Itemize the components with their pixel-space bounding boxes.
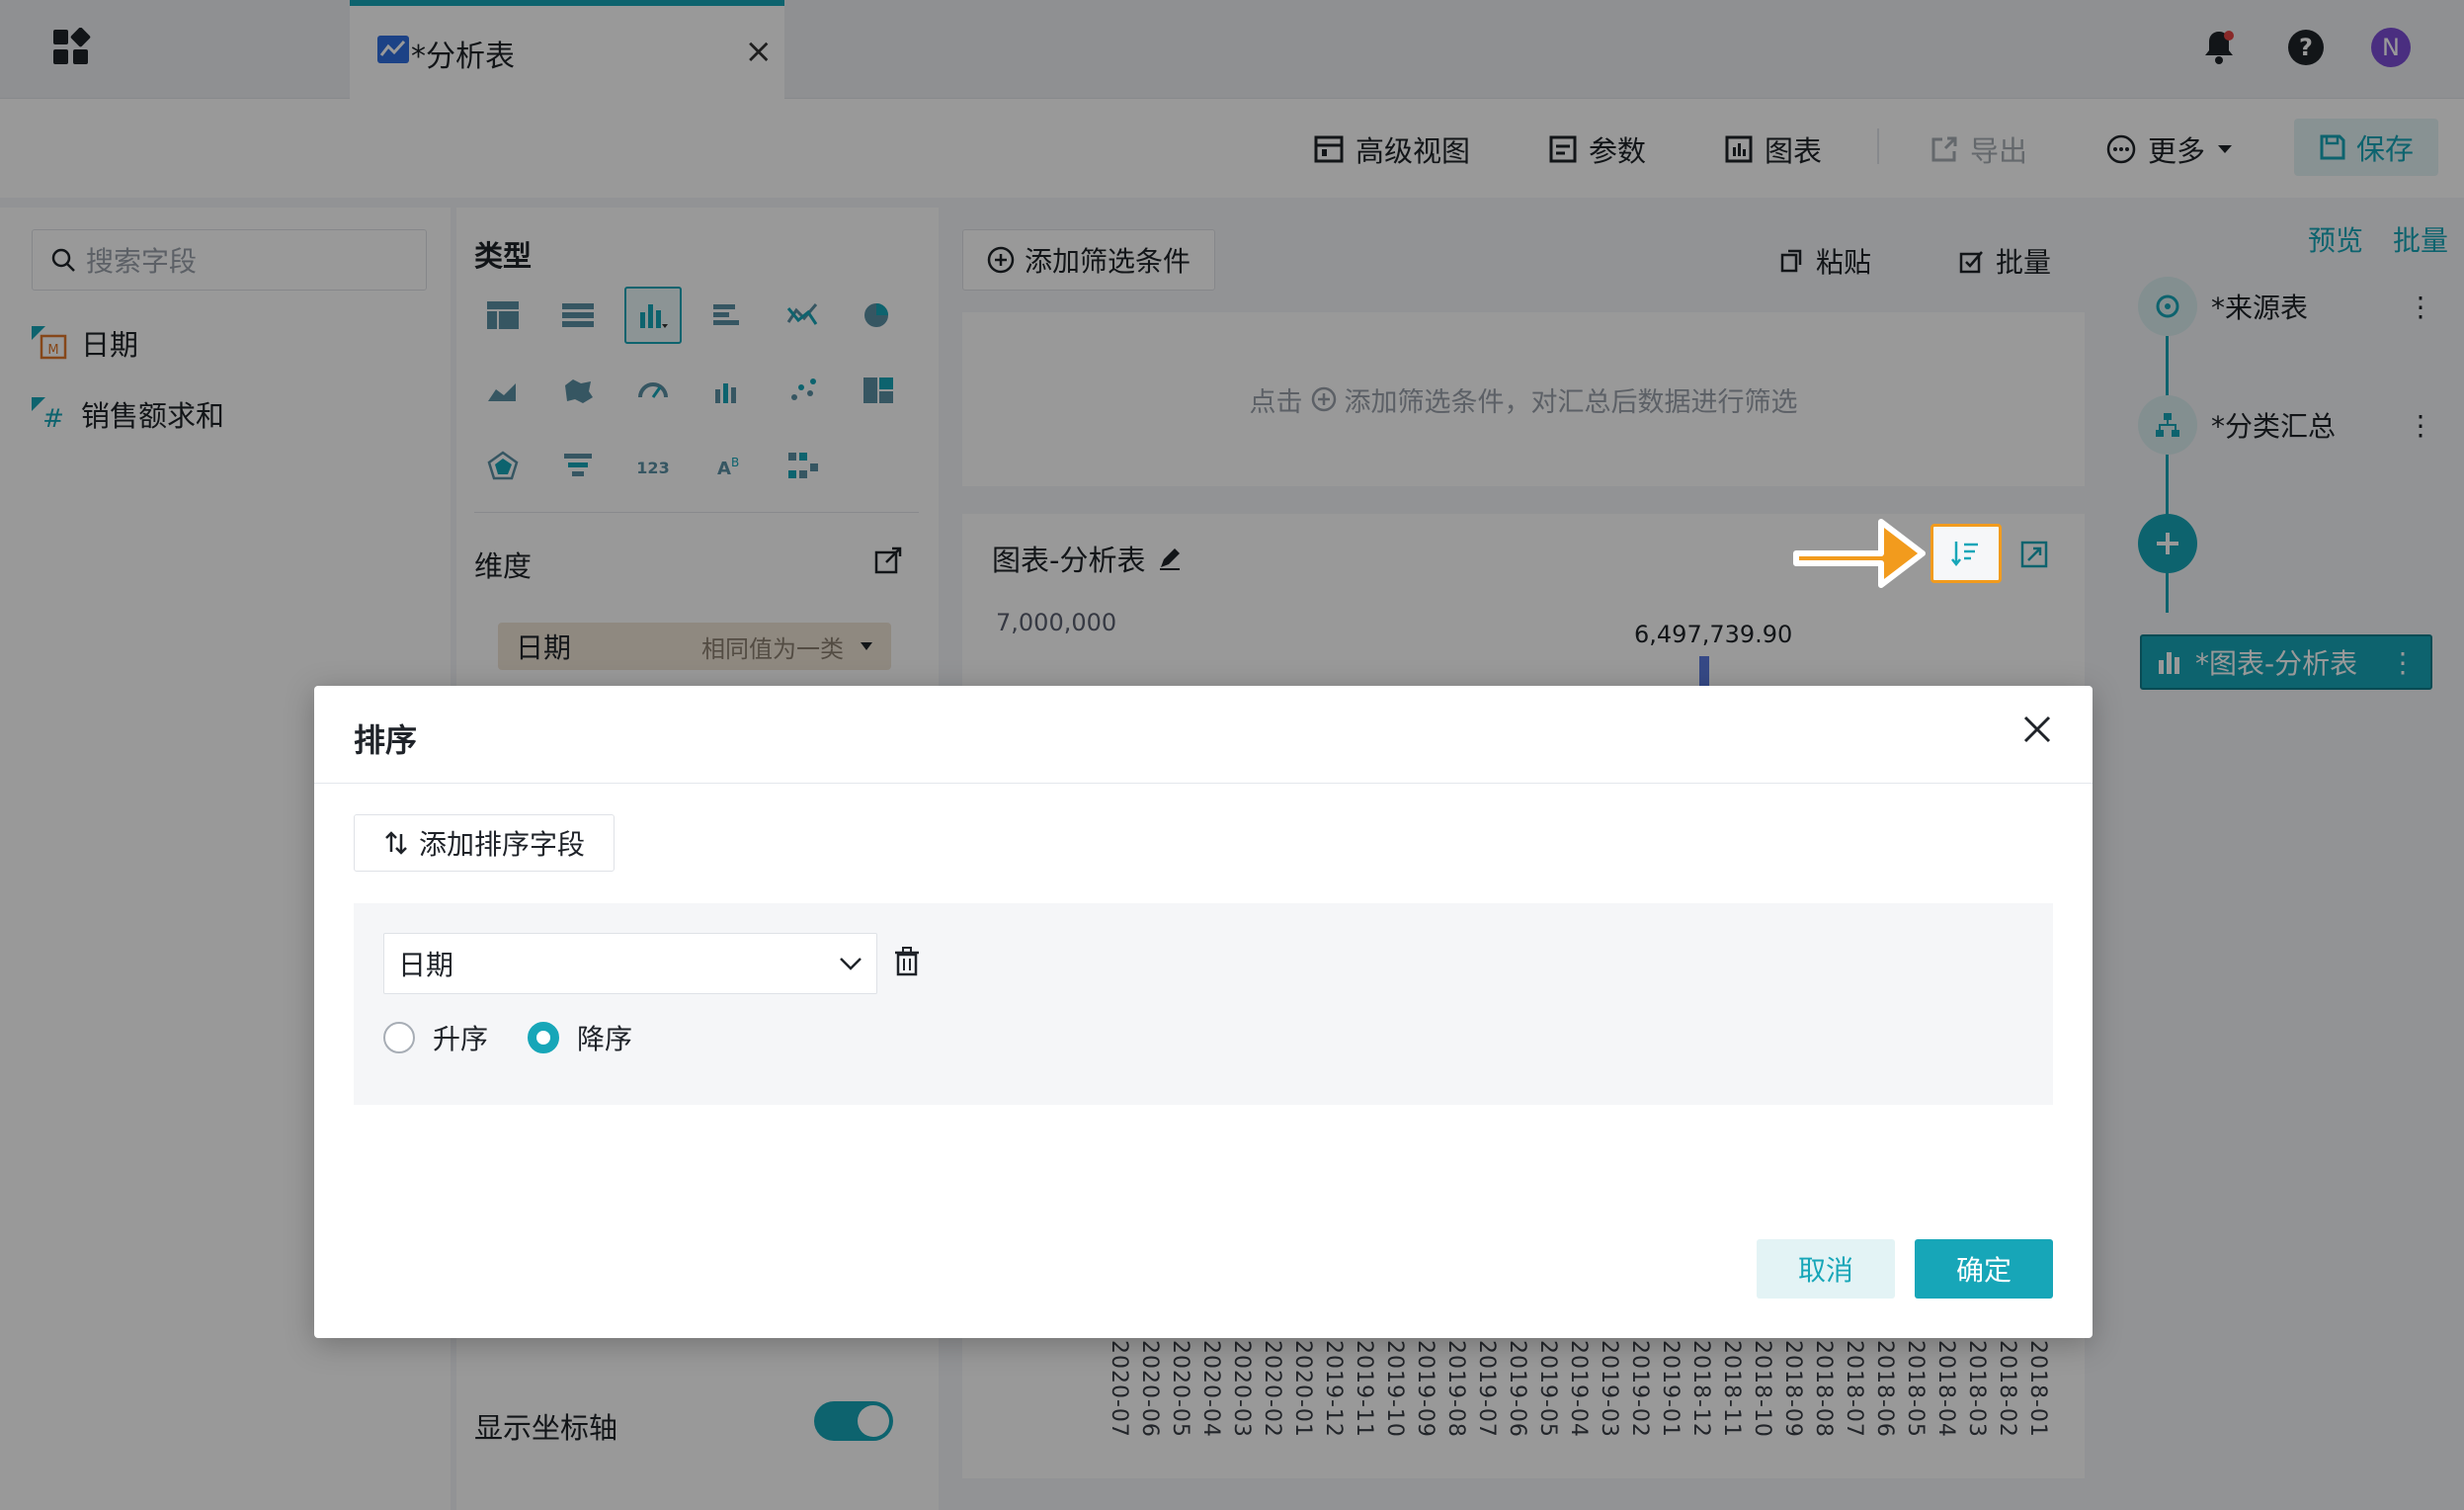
annotation-arrow-icon [1790,506,1929,601]
radio-label: 降序 [577,1023,633,1055]
sort-rule-row: 日期 升序 降序 [354,903,2053,1105]
chevron-down-icon [840,958,862,970]
dialog-divider [314,783,2093,784]
sort-dialog: 排序 添加排序字段 日期 升序 降序 取消 确定 [314,686,2093,1338]
sort-arrows-icon [385,831,407,855]
radio-circle [383,1022,415,1053]
cancel-button[interactable]: 取消 [1757,1239,1895,1299]
radio-label: 升序 [433,1023,489,1055]
add-sort-field-label: 添加排序字段 [418,828,585,861]
trash-icon[interactable] [893,947,921,976]
add-sort-field-button[interactable]: 添加排序字段 [354,814,615,872]
radio-descending[interactable]: 降序 [528,1018,632,1057]
sort-field-value: 日期 [398,949,454,981]
sort-field-select[interactable]: 日期 [383,933,877,994]
dialog-title: 排序 [354,721,418,759]
sort-button[interactable] [1930,524,2002,583]
radio-circle-selected [528,1022,559,1053]
confirm-button[interactable]: 确定 [1915,1239,2053,1299]
sort-icon [1951,542,1978,567]
close-icon[interactable] [2021,713,2053,745]
radio-ascending[interactable]: 升序 [383,1018,488,1057]
